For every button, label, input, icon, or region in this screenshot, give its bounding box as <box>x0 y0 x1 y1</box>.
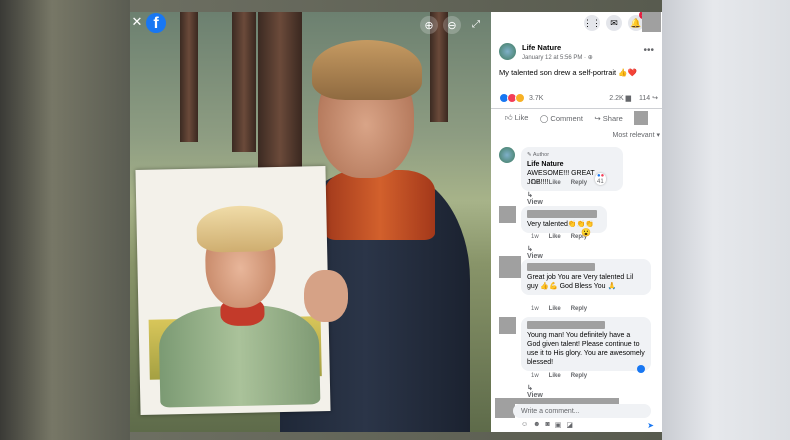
post-header: Life Nature January 12 at 5:56 PM · ⊕ <box>499 43 593 61</box>
zoom-out-icon[interactable]: ⊖ <box>443 16 461 34</box>
blurred-background-left <box>0 0 130 440</box>
comment-meta: 1w Like Reply <box>531 234 587 240</box>
comment-time[interactable]: 1w <box>531 306 539 312</box>
comment-like-button[interactable]: Like <box>549 373 561 379</box>
avatar-sticker-icon[interactable]: ☺ <box>521 421 528 429</box>
share-icon: ↪ <box>594 113 601 123</box>
comment-time[interactable]: 1w <box>531 180 539 186</box>
post-date[interactable]: January 12 at 5:56 PM · ⊕ <box>522 54 593 61</box>
reaction-count[interactable]: 3.7K <box>529 95 543 102</box>
comment-text: Great job You are Very talented Lil guy … <box>527 274 634 290</box>
post-author[interactable]: Life Nature <box>522 43 593 52</box>
redacted-avatar <box>499 256 521 278</box>
reactions-bar: 3.7K 2.2K ▆ 114 ↪ <box>499 93 658 103</box>
comment-icon: ◯ <box>539 113 549 123</box>
redacted-avatar <box>642 12 661 32</box>
author-badge: ✎ Author <box>527 152 550 158</box>
boy-collar <box>325 170 435 240</box>
comment-count[interactable]: 2.2K ▆ <box>609 94 631 102</box>
more-options-icon[interactable]: ••• <box>643 45 654 56</box>
comment-bubble: Great job You are Very talented Lil guy … <box>521 259 651 295</box>
send-icon[interactable]: ➤ <box>647 421 654 430</box>
thumbs-up-icon: 👍︎ <box>504 113 513 122</box>
like-label: Like <box>514 113 529 122</box>
comment-bubble: Very talented👏👏👏 <box>521 206 607 233</box>
comment-button[interactable]: ◯ Comment <box>540 114 583 123</box>
commenter-name[interactable]: Life Nature <box>527 160 617 169</box>
tree-trunk <box>232 12 256 152</box>
emoji-icon[interactable]: ☻ <box>533 421 540 429</box>
redacted-avatar <box>499 317 516 334</box>
comment-input[interactable]: Write a comment... <box>513 404 651 418</box>
post-text: My talented son drew a self-portrait 👍❤️ <box>499 68 637 77</box>
drawing-hair <box>196 204 284 253</box>
camera-icon[interactable]: ◙ <box>546 421 550 429</box>
post-actions: 👍︎ Like ◯ Comment ↪ Share <box>491 108 662 127</box>
share-label: Share <box>602 113 623 123</box>
comment-reply-button[interactable]: Reply <box>571 373 587 379</box>
comment-meta: 1w Like Reply <box>531 373 587 379</box>
comment-like-button[interactable]: Like <box>549 180 561 186</box>
chevron-down-icon: ▾ <box>656 132 660 139</box>
comment-time[interactable]: 1w <box>531 234 539 240</box>
comment-meta: 1w Like Reply <box>531 180 587 186</box>
top-bar: ⋮⋮ ✉ 🔔1 <box>491 12 662 34</box>
globe-icon: ⊕ <box>587 55 593 61</box>
drawing-paper <box>135 166 331 415</box>
fullscreen-icon[interactable]: ⤢ <box>468 16 484 32</box>
blurred-background-right <box>662 0 790 440</box>
wow-reaction-icon <box>515 93 525 103</box>
share-count[interactable]: 114 ↪ <box>639 94 658 102</box>
redacted-avatar <box>495 398 515 418</box>
share-button[interactable]: ↪ Share <box>594 114 622 123</box>
comment-reaction-icon[interactable]: 😮 <box>581 228 591 237</box>
commenter-avatar[interactable] <box>499 147 515 163</box>
post-photo: ✕ f ⊕ ⊖ ⤢ <box>130 12 491 432</box>
tree-trunk <box>180 12 198 142</box>
author-avatar[interactable] <box>499 43 516 60</box>
comment-bubble: Young man! You definitely have a God giv… <box>521 317 651 371</box>
redacted-name <box>527 321 605 329</box>
comment-like-button[interactable]: Like <box>549 234 561 240</box>
like-reaction-icon[interactable] <box>637 365 645 373</box>
composer-tools: ☺ ☻ ◙ ▣ ◪ <box>521 421 573 429</box>
like-button[interactable]: 👍︎ Like <box>505 113 529 123</box>
sticker-icon[interactable]: ◪ <box>566 421 573 429</box>
comment-count-icon: ▆ <box>625 95 631 102</box>
menu-grid-icon[interactable]: ⋮⋮ <box>583 15 601 31</box>
comment-placeholder: Write a comment... <box>521 407 580 415</box>
tree-trunk <box>258 12 302 172</box>
boy-hand <box>304 270 348 322</box>
redacted-avatar <box>634 111 649 125</box>
comment-time[interactable]: 1w <box>531 373 539 379</box>
redacted-name <box>527 210 597 218</box>
comment-text: Young man! You definitely have a God giv… <box>527 332 645 366</box>
facebook-photo-viewer: ✕ f ⊕ ⊖ ⤢ ⋮⋮ ✉ 🔔1 Life Nature January 12… <box>130 12 662 432</box>
sort-label: Most relevant <box>612 132 655 139</box>
share-count-icon: ↪ <box>652 95 658 102</box>
pencil-icon: ✎ <box>527 152 532 158</box>
redacted-avatar <box>499 206 516 223</box>
messenger-icon[interactable]: ✉ <box>606 15 622 31</box>
comment-sort-dropdown[interactable]: Most relevant ▾ <box>613 131 661 139</box>
comment-reply-button[interactable]: Reply <box>571 180 587 186</box>
comment-reactions[interactable]: ●● 41 <box>595 173 607 185</box>
zoom-in-icon[interactable]: ⊕ <box>420 16 438 34</box>
comment-reply-button[interactable]: Reply <box>571 306 587 312</box>
facebook-logo-icon[interactable]: f <box>146 13 166 33</box>
redacted-name <box>527 263 595 271</box>
comment-meta: 1w Like Reply <box>531 306 587 312</box>
boy-hair <box>312 40 422 100</box>
comment-label: Comment <box>550 113 583 123</box>
comment-like-button[interactable]: Like <box>549 306 561 312</box>
close-icon[interactable]: ✕ <box>130 14 144 30</box>
gif-icon[interactable]: ▣ <box>555 421 562 429</box>
post-side-panel: ⋮⋮ ✉ 🔔1 Life Nature January 12 at 5:56 P… <box>491 12 662 432</box>
